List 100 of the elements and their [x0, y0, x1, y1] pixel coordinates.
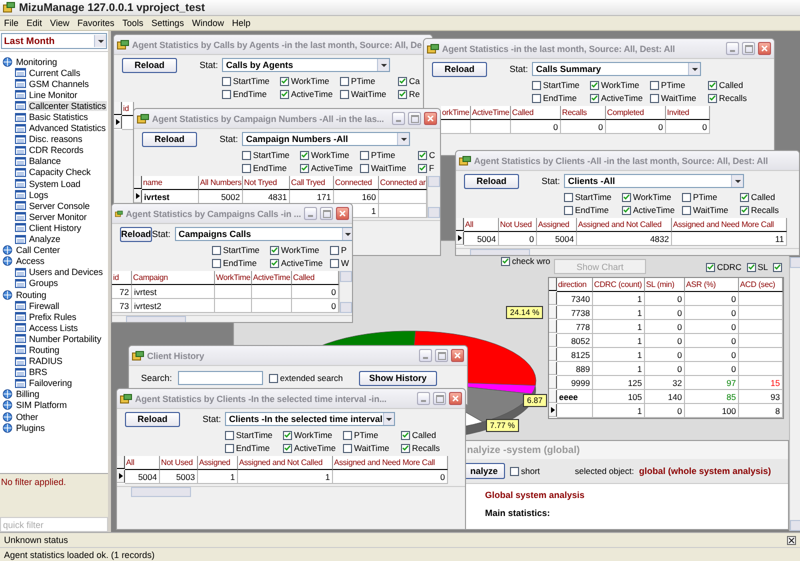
- column-header[interactable]: Invited: [666, 106, 710, 120]
- row-header[interactable]: [117, 470, 125, 483]
- checkbox[interactable]: EndTime: [222, 88, 280, 100]
- close-button[interactable]: [451, 349, 464, 362]
- tree-item[interactable]: Logs: [28, 190, 50, 200]
- row-header[interactable]: [549, 390, 557, 403]
- checkbox[interactable]: EndTime: [225, 442, 283, 454]
- checkbox[interactable]: short: [510, 465, 540, 477]
- tree-item[interactable]: Firewall: [28, 300, 60, 311]
- reload-button[interactable]: Reload: [142, 132, 197, 146]
- tree-item[interactable]: Line Monitor: [28, 90, 78, 100]
- tree-item[interactable]: Plugins: [15, 422, 46, 433]
- column-header[interactable]: id: [112, 271, 132, 285]
- column-header[interactable]: ASR (%): [685, 278, 739, 292]
- minimize-button[interactable]: [304, 207, 317, 220]
- tree-item[interactable]: Balance: [28, 156, 62, 166]
- checkbox[interactable]: [772, 261, 782, 273]
- menu-item[interactable]: Favorites: [73, 18, 118, 28]
- tree-item[interactable]: Basic Statistics: [28, 112, 89, 122]
- checkbox[interactable]: EndTime: [212, 257, 270, 269]
- quick-filter-field[interactable]: quick filter: [0, 517, 108, 532]
- column-header[interactable]: Not Used: [499, 218, 537, 232]
- menu-item[interactable]: Help: [228, 18, 254, 28]
- column-header[interactable]: Call Tryed: [290, 176, 334, 190]
- tree-item[interactable]: Server Console: [28, 200, 91, 211]
- checkbox[interactable]: extended search: [269, 372, 343, 384]
- row-header[interactable]: [549, 292, 557, 305]
- tree-item[interactable]: Failovering: [28, 378, 73, 388]
- reload-button[interactable]: Reload: [125, 412, 180, 426]
- column-header[interactable]: name: [142, 176, 199, 190]
- column-header[interactable]: ActiveTime: [471, 106, 511, 120]
- column-header[interactable]: All: [125, 456, 160, 470]
- checkbox[interactable]: Called: [740, 191, 799, 203]
- tree-item[interactable]: Prefix Rules: [28, 312, 78, 322]
- stat-dropdown[interactable]: Campaigns Calls: [174, 227, 352, 241]
- checkbox[interactable]: Called: [708, 79, 768, 91]
- maximize-button[interactable]: [433, 392, 446, 405]
- tree-item[interactable]: Client History: [28, 222, 82, 233]
- checkbox[interactable]: PTime: [360, 149, 418, 161]
- menu-item[interactable]: Edit: [22, 18, 46, 28]
- column-header[interactable]: Connected: [334, 176, 379, 190]
- row-header[interactable]: [114, 116, 122, 129]
- reload-button[interactable]: Reload: [432, 62, 487, 76]
- row-header[interactable]: [549, 348, 557, 361]
- row-header[interactable]: [549, 306, 557, 319]
- column-header[interactable]: All Numbers: [199, 176, 243, 190]
- checkbox[interactable]: P: [330, 244, 352, 256]
- tree-item[interactable]: Disc. reasons: [28, 134, 84, 144]
- tree-item[interactable]: SIM Platform: [15, 400, 68, 410]
- tree-item[interactable]: Advanced Statistics: [28, 123, 107, 134]
- column-header[interactable]: Connected ar: [379, 176, 427, 190]
- close-button[interactable]: [449, 392, 462, 405]
- tree-item[interactable]: Current Calls: [28, 68, 82, 78]
- checkbox[interactable]: C: [418, 149, 440, 161]
- maximize-button[interactable]: [742, 42, 755, 55]
- row-header[interactable]: [456, 232, 464, 245]
- column-header[interactable]: Called: [511, 106, 561, 120]
- row-header[interactable]: [134, 190, 142, 203]
- checkbox[interactable]: SL: [746, 261, 768, 273]
- column-header[interactable]: Recalls: [561, 106, 606, 120]
- search-field[interactable]: [178, 371, 264, 385]
- tree-item[interactable]: Billing: [15, 389, 40, 400]
- checkbox[interactable]: Called: [401, 429, 461, 441]
- row-header[interactable]: [549, 362, 557, 375]
- reload-button[interactable]: Reload: [464, 174, 519, 188]
- horizontal-scrollbar[interactable]: [117, 486, 465, 497]
- checkbox[interactable]: StartTime: [564, 191, 622, 203]
- checkbox[interactable]: Recalls: [708, 92, 768, 104]
- row-header[interactable]: [549, 376, 557, 389]
- column-header[interactable]: Assigned: [537, 218, 577, 232]
- checkbox[interactable]: WorkTime: [280, 75, 340, 87]
- column-header[interactable]: WorkTime: [215, 271, 252, 285]
- column-header[interactable]: All: [464, 218, 499, 232]
- tree-item[interactable]: Server Monitor: [28, 212, 88, 222]
- reload-button[interactable]: Reload: [120, 226, 152, 242]
- tree-item[interactable]: Users and Devices: [28, 267, 104, 278]
- tree-item[interactable]: Analyze: [28, 234, 62, 244]
- stat-dropdown[interactable]: Calls Summary: [532, 62, 701, 76]
- minimize-button[interactable]: [726, 42, 739, 55]
- menu-item[interactable]: View: [46, 18, 74, 28]
- checkbox[interactable]: WorkTime: [590, 79, 650, 91]
- checkbox[interactable]: CDRC: [706, 261, 742, 273]
- tree-item[interactable]: Number Portability: [28, 334, 102, 344]
- close-button[interactable]: [424, 112, 437, 125]
- period-dropdown[interactable]: Last Month: [1, 33, 107, 49]
- column-header[interactable]: Assigned and Not Called: [238, 456, 333, 470]
- column-header[interactable]: ActiveTime: [252, 271, 292, 285]
- checkbox[interactable]: EndTime: [532, 92, 590, 104]
- minimize-button[interactable]: [419, 349, 432, 362]
- tree-item[interactable]: RADIUS: [28, 356, 64, 366]
- checkbox[interactable]: StartTime: [225, 429, 283, 441]
- checkbox[interactable]: PTime: [650, 79, 708, 91]
- checkbox[interactable]: PTime: [682, 191, 740, 203]
- checkbox[interactable]: PTime: [340, 75, 398, 87]
- column-header[interactable]: Completed: [606, 106, 666, 120]
- row-header[interactable]: [549, 320, 557, 333]
- minimize-button[interactable]: [392, 112, 405, 125]
- checkbox[interactable]: Recalls: [401, 442, 461, 454]
- tree-item[interactable]: Callcenter Statistics: [28, 100, 107, 111]
- stat-dropdown[interactable]: Clients -In the selected time interval: [225, 412, 395, 426]
